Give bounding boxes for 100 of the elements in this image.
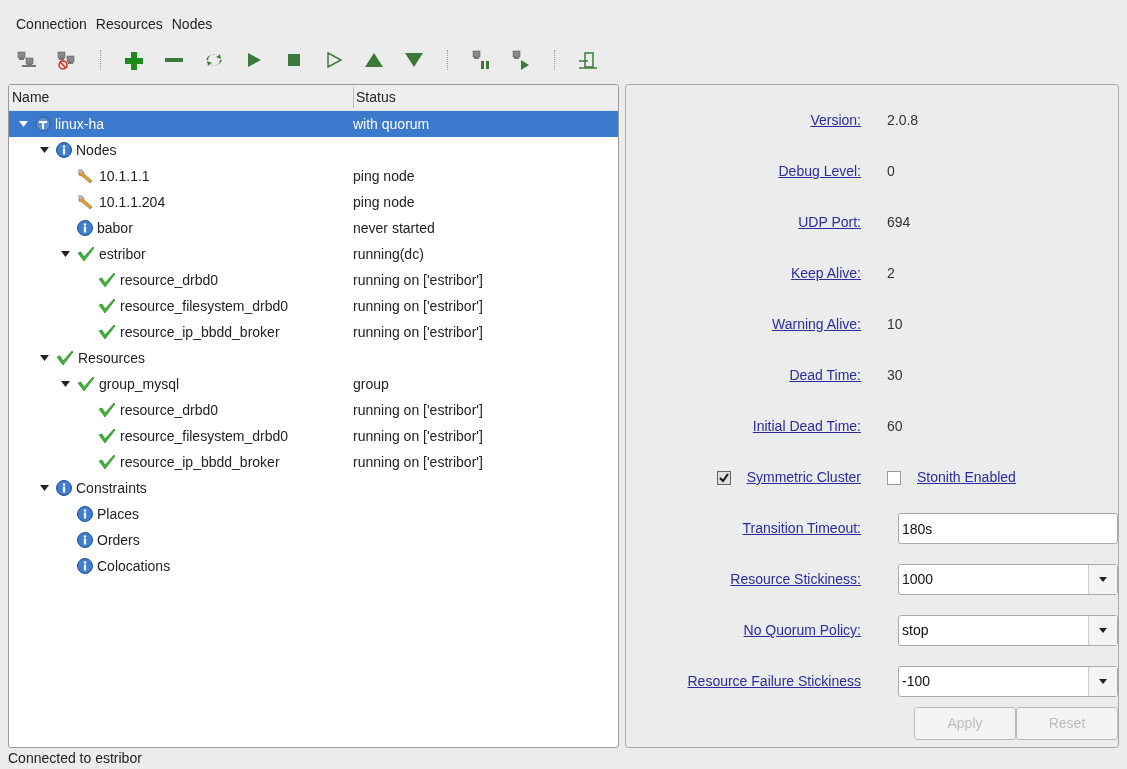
node-name: Constraints [76,478,147,498]
property-link[interactable]: Symmetric Cluster [746,467,861,488]
tree-row[interactable]: Colocations [9,553,618,579]
tree-row[interactable]: Nodes [9,137,618,163]
column-header[interactable]: Name [9,87,353,108]
check-icon [77,246,95,262]
check-icon [77,376,95,392]
tree-row[interactable]: Places [9,501,618,527]
tree-row[interactable]: resource_drbd0 running on ['estribor'] [9,267,618,293]
expand-arrow-icon[interactable] [39,147,49,153]
property-value: 30 [887,366,903,385]
tree-row[interactable]: resource_ip_bbdd_broker running on ['estribor'] [9,449,618,475]
checkbox[interactable] [716,470,731,485]
property-value: 2.0.8 [887,111,919,130]
tree-row[interactable]: resource_drbd0 running on ['estribor'] [9,397,618,423]
tree-row[interactable]: resource_filesystem_drbd0 running on ['estribor'] [9,293,618,319]
info-icon [56,480,72,496]
node-name: Colocations [97,556,171,576]
node-status: running on ['estribor'] [353,426,483,446]
dropdown[interactable]: stop [898,615,1118,646]
node-name: estribor [99,244,146,264]
menu-item[interactable]: Connection [16,13,87,35]
expand-arrow-icon[interactable] [60,251,70,257]
property-link[interactable]: Resource Failure Stickiness [687,671,861,692]
info-icon [77,532,93,548]
expand-arrow-icon[interactable] [60,381,70,387]
wrench-icon [77,168,95,184]
input-field[interactable]: 180s [898,513,1118,544]
node-name: 10.1.1.1 [99,166,150,186]
node-name: Orders [97,530,140,550]
node-name: Places [97,504,140,524]
node-name: babor [97,218,133,238]
tree-row[interactable]: linux-ha with quorum [9,111,618,137]
menu-item[interactable]: Nodes [171,13,213,35]
tree-row[interactable]: estribor running(dc) [9,241,618,267]
node-name: Nodes [76,140,117,160]
checkbox[interactable] [887,470,901,485]
dropdown[interactable]: -100 [898,666,1118,697]
property-link[interactable]: Resource Stickiness: [730,569,861,590]
info-icon [56,142,72,158]
caret-icon [1099,628,1107,633]
tree-row[interactable]: Constraints [9,475,618,501]
property-link[interactable]: Stonith Enabled [917,467,1016,488]
node-name: resource_ip_bbdd_broker [120,452,280,472]
node-name: 10.1.1.204 [99,192,166,212]
property-link[interactable]: Debug Level: [778,161,861,182]
property-link[interactable]: Dead Time: [789,365,861,386]
node-status: with quorum [353,114,430,134]
property-link[interactable]: Transition Timeout: [742,518,861,539]
node-name: resource_filesystem_drbd0 [120,426,289,446]
property-link[interactable]: Version: [810,110,861,131]
tree-row[interactable]: 10.1.1.1 ping node [9,163,618,189]
tree-row[interactable]: babor never started [9,215,618,241]
menu-item[interactable]: Resources [95,13,163,35]
check-icon [98,402,116,418]
property-link[interactable]: Initial Dead Time: [752,416,861,437]
expand-arrow-icon[interactable] [39,355,49,361]
node-status: group [353,374,389,394]
connect-icon[interactable] [16,50,38,70]
exit-icon[interactable] [577,50,599,70]
property-link[interactable]: No Quorum Policy: [743,620,861,641]
node-status: running on ['estribor'] [353,400,483,420]
tree-row[interactable]: resource_filesystem_drbd0 running on ['estribor'] [9,423,618,449]
disconnect-icon[interactable] [56,50,78,70]
wrench-icon [77,194,95,210]
tree-row[interactable]: Orders [9,527,618,553]
node-status: ping node [353,192,415,212]
check-icon [98,272,116,288]
check-icon [98,298,116,314]
node-name: Resources [78,348,145,368]
node-name: resource_drbd0 [120,400,219,420]
check-icon [98,454,116,470]
node-name: linux-ha [55,114,105,134]
node-status: running on ['estribor'] [353,452,483,472]
property-link[interactable]: Keep Alive: [790,263,861,284]
caret-icon [1099,577,1107,582]
dropdown[interactable]: 1000 [898,564,1118,595]
tree-row[interactable]: resource_ip_bbdd_broker running on ['estribor'] [9,319,618,345]
add-icon[interactable] [123,50,145,70]
property-value: 60 [887,417,903,436]
node-status: running on ['estribor'] [353,322,483,342]
info-icon [77,558,93,574]
tree-row[interactable]: 10.1.1.204 ping node [9,189,618,215]
node-name: group_mysql [99,374,180,394]
tree-row[interactable]: group_mysql group [9,371,618,397]
check-icon [56,350,74,366]
status-text: Connected to estribor [8,749,142,768]
node-status: never started [353,218,435,238]
node-name: resource_ip_bbdd_broker [120,322,280,342]
property-link[interactable]: UDP Port: [798,212,861,233]
expand-arrow-icon[interactable] [39,485,49,491]
column-header[interactable]: Status [353,87,618,108]
property-link[interactable]: Warning Alive: [772,314,861,335]
property-value: 0 [887,162,895,181]
tree-row[interactable]: Resources [9,345,618,371]
standby-node-icon[interactable] [470,50,492,70]
node-name: resource_drbd0 [120,270,219,290]
node-status: ping node [353,166,415,186]
caret-icon [1099,679,1107,684]
cluster-icon [35,116,51,132]
